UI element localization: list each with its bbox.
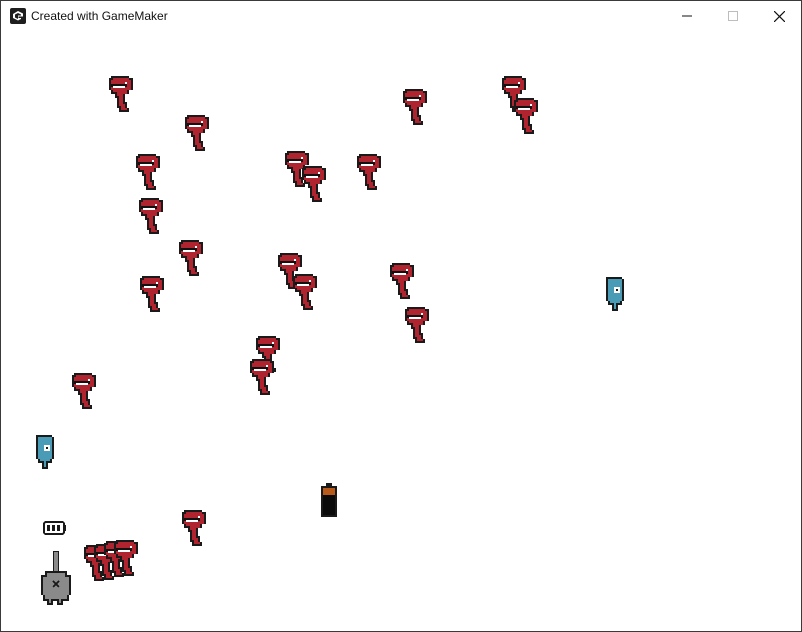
red-enemy [355, 152, 383, 194]
red-enemy [112, 538, 140, 580]
window-title: Created with GameMaker [31, 9, 168, 23]
red-enemy [248, 357, 276, 399]
player-cat [39, 551, 73, 607]
red-enemy [401, 87, 429, 129]
close-button[interactable] [756, 1, 802, 31]
red-enemy [134, 152, 162, 194]
title-bar[interactable]: Created with GameMaker [1, 1, 801, 31]
blue-enemy [604, 275, 626, 313]
red-enemy [138, 274, 166, 316]
gamemaker-logo-icon [10, 8, 26, 24]
red-enemy [137, 196, 165, 238]
minimize-button[interactable] [664, 1, 710, 31]
blue-enemy [34, 433, 56, 471]
close-icon [773, 10, 785, 22]
red-enemy [512, 96, 540, 138]
red-enemy [180, 508, 208, 550]
red-enemy [107, 74, 135, 116]
player-battery-icon [43, 521, 67, 535]
red-enemy [177, 238, 205, 280]
battery-pickup [321, 483, 337, 517]
game-window: Created with GameMaker [0, 0, 802, 632]
red-enemy [388, 261, 416, 303]
red-enemy [300, 164, 328, 206]
red-enemy [70, 371, 98, 413]
red-enemy [291, 272, 319, 314]
minimize-icon [682, 11, 692, 21]
maximize-icon [728, 11, 738, 21]
maximize-button[interactable] [710, 1, 756, 31]
red-enemy [403, 305, 431, 347]
game-canvas[interactable] [1, 31, 801, 631]
red-enemy [183, 113, 211, 155]
